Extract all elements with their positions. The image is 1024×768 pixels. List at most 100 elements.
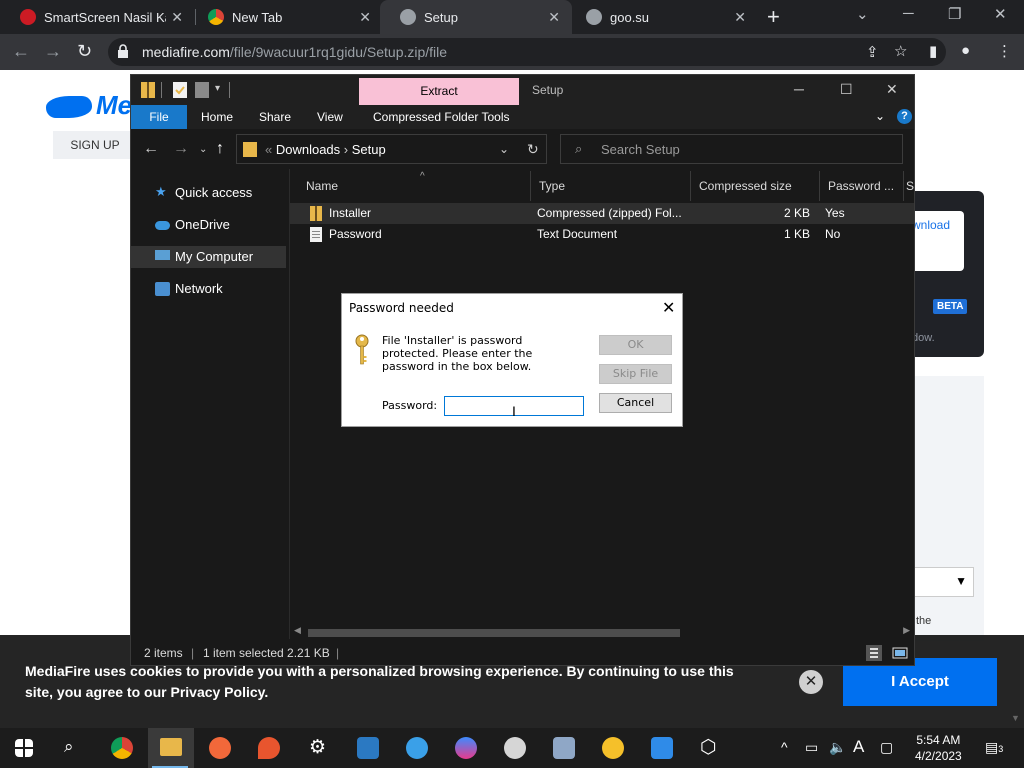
cancel-button[interactable]: Cancel — [599, 393, 672, 413]
chevron-up-icon[interactable]: ^ — [781, 739, 788, 755]
close-icon[interactable]: ✕ — [359, 9, 371, 26]
column-header-compressed-size[interactable]: Compressed size — [691, 171, 820, 201]
address-dropdown-icon[interactable]: ⌄ — [499, 142, 509, 156]
download-button[interactable]: wnload — [912, 211, 964, 271]
tab-setup[interactable]: Setup ✕ — [380, 0, 572, 34]
large-icons-view-icon[interactable] — [892, 645, 908, 661]
mediafire-bird-icon — [46, 96, 92, 119]
dialog-close-button[interactable]: ✕ — [662, 298, 675, 317]
3d-viewer-icon[interactable]: ⬡ — [700, 736, 717, 759]
tips-icon[interactable] — [406, 737, 428, 759]
back-icon[interactable]: ← — [143, 140, 159, 158]
table-row[interactable]: Installer Compressed (zipped) Fol... 2 K… — [290, 203, 914, 224]
tab-file[interactable]: File — [131, 105, 187, 129]
help-icon[interactable]: ? — [897, 109, 912, 124]
close-window-button[interactable]: ✕ — [886, 81, 898, 98]
cookie-close-button[interactable]: ✕ — [799, 670, 823, 694]
side-panel-icon[interactable]: ▮ — [929, 42, 937, 60]
minimize-button[interactable]: ─ — [794, 81, 804, 97]
network-tray-icon[interactable]: ▭ — [805, 739, 818, 756]
expand-ribbon-icon[interactable]: ⌄ — [875, 109, 885, 123]
extract-context-tab[interactable]: Extract — [359, 78, 519, 105]
new-tab-button[interactable]: + — [767, 4, 780, 30]
signup-button[interactable]: SIGN UP — [53, 131, 137, 159]
properties-icon[interactable] — [173, 82, 187, 98]
chrome-icon[interactable] — [111, 737, 133, 759]
column-header-type[interactable]: Type — [531, 171, 691, 201]
recent-locations-icon[interactable]: ⌄ — [199, 144, 207, 155]
breadcrumb-separator-icon: › — [340, 142, 352, 157]
close-icon[interactable]: ✕ — [171, 9, 183, 26]
mediafire-logo[interactable]: Me — [46, 90, 132, 121]
scroll-right-icon[interactable]: ▶ — [903, 625, 910, 636]
forward-icon[interactable]: → — [173, 140, 189, 158]
tab-new-tab[interactable]: New Tab ✕ — [188, 0, 383, 34]
search-icon[interactable]: ⌕ — [64, 737, 74, 757]
column-header-size[interactable]: Si — [904, 171, 914, 201]
profile-icon[interactable]: ● — [961, 42, 970, 59]
up-icon[interactable]: ↑ — [216, 140, 224, 158]
ok-button[interactable]: OK — [599, 335, 672, 355]
minimize-button[interactable]: ─ — [903, 5, 914, 22]
camera-icon[interactable] — [553, 737, 575, 759]
back-icon[interactable]: ← — [12, 41, 30, 62]
close-window-button[interactable]: ✕ — [994, 5, 1007, 23]
windows-start-icon[interactable] — [15, 739, 33, 757]
maximize-button[interactable]: ☐ — [840, 81, 853, 98]
explorer-address-bar[interactable]: « Downloads › Setup ⌄ ↻ — [236, 134, 547, 164]
close-icon[interactable]: ✕ — [734, 9, 746, 26]
file-explorer-taskbar-icon[interactable] — [148, 728, 194, 768]
nav-item-my-computer[interactable]: My Computer — [131, 246, 286, 268]
scrollbar-thumb[interactable] — [308, 629, 680, 637]
tab-share[interactable]: Share — [259, 105, 291, 129]
tab-search-icon[interactable]: ⌄ — [856, 5, 869, 23]
file-type: Text Document — [537, 227, 618, 241]
tab-view[interactable]: View — [317, 105, 343, 129]
share-icon[interactable]: ⇪ — [866, 43, 879, 61]
refresh-icon[interactable]: ↻ — [527, 141, 539, 158]
close-icon[interactable]: ✕ — [548, 9, 560, 26]
dropdown-select[interactable]: ▼ — [912, 567, 974, 597]
tab-goo-su[interactable]: goo.su ✕ — [566, 0, 758, 34]
store-icon[interactable] — [651, 737, 673, 759]
qat-dropdown-icon[interactable]: ▾ — [215, 83, 229, 99]
volume-icon[interactable]: 🔈 — [829, 739, 846, 756]
nav-item-onedrive[interactable]: OneDrive — [131, 214, 286, 236]
horizontal-scrollbar[interactable]: ◀ ▶ — [290, 625, 914, 639]
settings-gear-icon[interactable]: ⚙ — [309, 736, 326, 759]
file-password: Yes — [825, 206, 845, 220]
pen-icon[interactable]: ▢ — [880, 739, 893, 756]
input-indicator-icon[interactable]: A — [853, 737, 864, 757]
column-header-password[interactable]: Password ... — [820, 171, 904, 201]
reload-icon[interactable]: ↻ — [77, 41, 92, 62]
nav-item-quick-access[interactable]: ★ Quick access — [131, 182, 286, 204]
forward-icon[interactable]: → — [44, 41, 62, 62]
scroll-left-icon[interactable]: ◀ — [294, 625, 301, 636]
explorer-search-input[interactable]: ⌕ Search Setup — [560, 134, 903, 164]
nav-item-network[interactable]: Network — [131, 278, 286, 300]
menu-dots-icon[interactable]: ⋮ — [997, 42, 1012, 60]
address-bar[interactable]: mediafire.com/file/9wacuur1rq1gidu/Setup… — [108, 38, 946, 66]
table-row[interactable]: Password Text Document 1 KB No — [290, 224, 914, 245]
tab-compressed-folder-tools[interactable]: Compressed Folder Tools — [373, 105, 510, 129]
notification-center-icon[interactable]: ▤3 — [985, 739, 1003, 756]
taskbar-clock[interactable]: 5:54 AM 4/2/2023 — [915, 732, 962, 764]
clock-app-icon[interactable] — [504, 737, 526, 759]
maps-icon[interactable] — [258, 737, 280, 759]
breadcrumb-downloads[interactable]: Downloads — [276, 142, 340, 157]
skip-file-button[interactable]: Skip File — [599, 364, 672, 384]
sublime-icon[interactable] — [209, 737, 231, 759]
column-header-name[interactable]: Name ^ — [298, 171, 531, 201]
details-view-icon[interactable] — [866, 645, 882, 661]
tab-home[interactable]: Home — [201, 105, 233, 129]
new-folder-icon[interactable] — [195, 82, 209, 98]
bookmark-star-icon[interactable]: ☆ — [894, 42, 907, 60]
weather-icon[interactable] — [602, 737, 624, 759]
paint-icon[interactable] — [455, 737, 477, 759]
remote-desktop-icon[interactable] — [357, 737, 379, 759]
scroll-down-arrow-icon[interactable]: ▼ — [1011, 713, 1020, 723]
tab-smartscreen[interactable]: SmartScreen Nasil Kap ✕ — [0, 0, 195, 34]
breadcrumb-setup[interactable]: Setup — [352, 142, 386, 157]
restore-button[interactable]: ❐ — [948, 5, 961, 23]
address-row: ← → ⌄ ↑ « Downloads › Setup ⌄ ↻ ⌕ Search… — [131, 129, 914, 169]
